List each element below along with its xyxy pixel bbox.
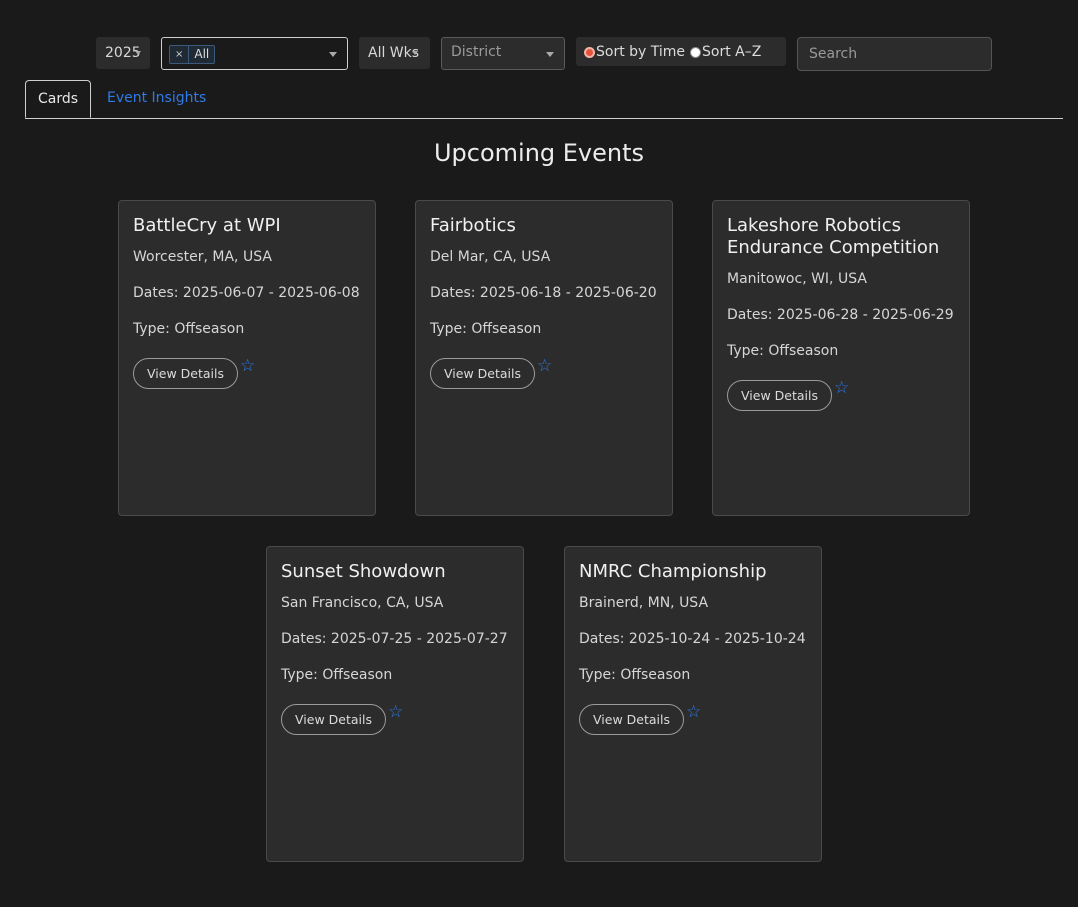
sort-az-radio[interactable]: Sort A–Z bbox=[690, 44, 761, 60]
year-select[interactable]: 2025 bbox=[96, 37, 150, 69]
event-dates: Dates: 2025-06-07 - 2025-06-08 bbox=[133, 285, 360, 301]
chevron-down-icon bbox=[135, 51, 141, 55]
event-location: Brainerd, MN, USA bbox=[579, 595, 709, 611]
view-details-button[interactable]: View Details bbox=[579, 704, 684, 735]
star-icon[interactable]: ☆ bbox=[537, 356, 552, 376]
radio-unselected-icon bbox=[690, 46, 701, 58]
search-input[interactable] bbox=[797, 37, 992, 71]
chevron-down-icon bbox=[546, 52, 554, 57]
sort-by-time-radio[interactable]: Sort by Time bbox=[584, 44, 685, 60]
radio-selected-icon bbox=[584, 46, 595, 58]
event-type-chip: × All bbox=[169, 45, 216, 64]
event-location: Worcester, MA, USA bbox=[133, 249, 272, 265]
card-actions: View Details ☆ bbox=[579, 702, 807, 735]
event-card: Lakeshore Robotics Endurance Competition… bbox=[712, 200, 970, 516]
card-actions: View Details ☆ bbox=[727, 378, 955, 411]
page-title: Upcoming Events bbox=[433, 139, 645, 167]
star-icon[interactable]: ☆ bbox=[686, 702, 701, 722]
event-name: BattleCry at WPI bbox=[133, 215, 281, 236]
sort-radio-group: Sort by Time Sort A–Z bbox=[576, 37, 786, 66]
event-dates: Dates: 2025-07-25 - 2025-07-27 bbox=[281, 631, 508, 647]
star-icon[interactable]: ☆ bbox=[834, 378, 849, 398]
event-type: Type: Offseason bbox=[133, 321, 245, 337]
event-name: Lakeshore Robotics Endurance Competition bbox=[727, 215, 940, 258]
chevron-down-icon bbox=[412, 51, 418, 55]
chip-remove-icon[interactable]: × bbox=[170, 46, 190, 63]
event-location: Manitowoc, WI, USA bbox=[727, 271, 867, 287]
view-details-button[interactable]: View Details bbox=[133, 358, 238, 389]
event-dates: Dates: 2025-10-24 - 2025-10-24 bbox=[579, 631, 806, 647]
weeks-select[interactable]: All Wks bbox=[359, 37, 430, 69]
event-type: Type: Offseason bbox=[430, 321, 542, 337]
chevron-down-icon bbox=[329, 52, 337, 57]
star-icon[interactable]: ☆ bbox=[388, 702, 403, 722]
event-location: Del Mar, CA, USA bbox=[430, 249, 551, 265]
event-type: Type: Offseason bbox=[727, 343, 839, 359]
sort-az-label: Sort A–Z bbox=[702, 44, 762, 60]
district-select[interactable]: District bbox=[441, 37, 565, 70]
tab-cards[interactable]: Cards bbox=[25, 80, 91, 118]
event-dates: Dates: 2025-06-28 - 2025-06-29 bbox=[727, 307, 954, 323]
event-card: Fairbotics Del Mar, CA, USA Dates: 2025-… bbox=[415, 200, 673, 516]
view-tabs: Cards Event Insights bbox=[25, 80, 1063, 119]
card-actions: View Details ☆ bbox=[430, 356, 658, 389]
chip-label: All bbox=[194, 47, 210, 61]
event-name: Sunset Showdown bbox=[281, 561, 446, 582]
view-details-button[interactable]: View Details bbox=[727, 380, 832, 411]
event-type: Type: Offseason bbox=[579, 667, 691, 683]
event-name: Fairbotics bbox=[430, 215, 516, 236]
event-type-multiselect[interactable]: × All bbox=[161, 37, 348, 70]
filter-bar: 2025 × All All Wks District Sort by Time… bbox=[0, 37, 1078, 71]
event-dates: Dates: 2025-06-18 - 2025-06-20 bbox=[430, 285, 657, 301]
view-details-button[interactable]: View Details bbox=[281, 704, 386, 735]
event-card: NMRC Championship Brainerd, MN, USA Date… bbox=[564, 546, 822, 862]
event-location: San Francisco, CA, USA bbox=[281, 595, 444, 611]
sort-by-time-label: Sort by Time bbox=[596, 44, 686, 60]
star-icon[interactable]: ☆ bbox=[240, 356, 255, 376]
event-card: BattleCry at WPI Worcester, MA, USA Date… bbox=[118, 200, 376, 516]
tab-event-insights[interactable]: Event Insights bbox=[107, 80, 206, 117]
view-details-button[interactable]: View Details bbox=[430, 358, 535, 389]
event-name: NMRC Championship bbox=[579, 561, 767, 582]
event-card: Sunset Showdown San Francisco, CA, USA D… bbox=[266, 546, 524, 862]
event-type: Type: Offseason bbox=[281, 667, 393, 683]
district-placeholder: District bbox=[451, 44, 502, 60]
card-actions: View Details ☆ bbox=[133, 356, 361, 389]
card-actions: View Details ☆ bbox=[281, 702, 509, 735]
